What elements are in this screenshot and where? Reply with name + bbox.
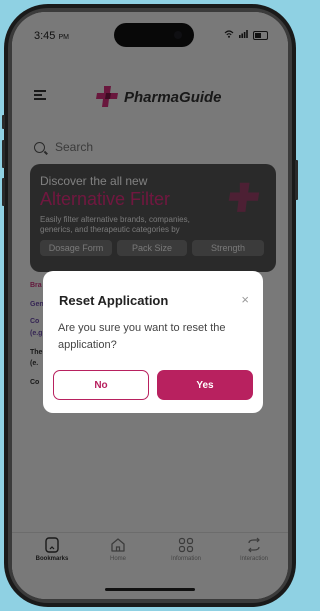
reset-application-dialog: Reset Application × Are you sure you wan… (43, 271, 263, 413)
dialog-title: Reset Application (59, 293, 169, 308)
app-screen: 3:45 PM PharmaGuide (12, 12, 288, 599)
close-icon[interactable]: × (241, 292, 249, 307)
side-button-volume-up (2, 140, 5, 168)
yes-button[interactable]: Yes (157, 370, 253, 400)
side-button-volume-down (2, 178, 5, 206)
dialog-message: Are you sure you want to reset the appli… (58, 322, 226, 351)
no-button[interactable]: No (53, 370, 149, 400)
side-button-power (295, 160, 298, 200)
side-button-silent (2, 115, 5, 129)
